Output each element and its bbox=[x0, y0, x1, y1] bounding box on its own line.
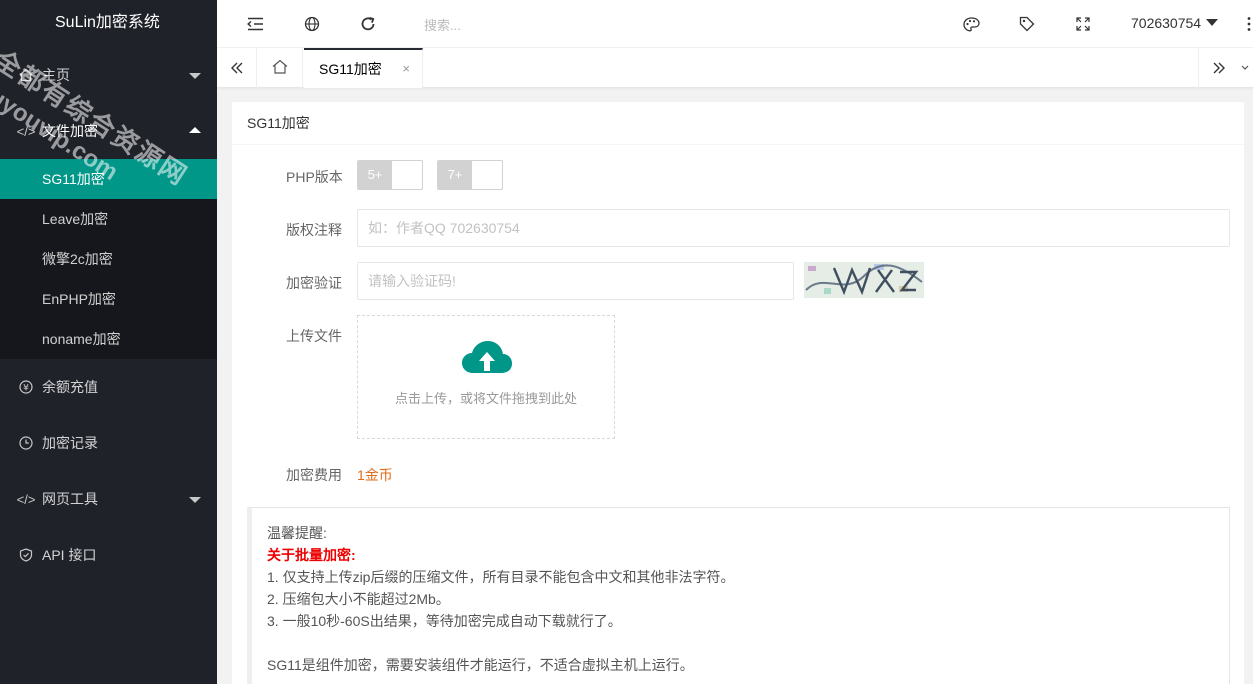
shield-icon bbox=[18, 548, 34, 562]
user-menu[interactable]: 702630754 bbox=[1131, 15, 1219, 31]
switch-label: 5+ bbox=[358, 161, 392, 189]
refresh-icon[interactable] bbox=[358, 14, 378, 34]
notice-box: 温馨提醒: 关于批量加密: 1. 仅支持上传zip后缀的压缩文件，所有目录不能包… bbox=[247, 507, 1230, 684]
sidebar-subitem-noname[interactable]: noname加密 bbox=[0, 319, 217, 359]
sidebar-item-label: 主页 bbox=[42, 67, 70, 83]
theme-palette-icon[interactable] bbox=[961, 14, 981, 34]
chevron-down-icon bbox=[1206, 19, 1219, 26]
fullscreen-icon[interactable] bbox=[1073, 14, 1093, 34]
sidebar-item-home[interactable]: 主页 bbox=[0, 47, 217, 103]
captcha-input[interactable]: 请输入验证码! bbox=[357, 262, 794, 300]
top-header: 搜索... 702630754 bbox=[217, 0, 1253, 48]
sidebar-item-label: 网页工具 bbox=[42, 491, 98, 507]
copyright-label: 版权注释 bbox=[286, 222, 342, 238]
sidebar-item-web-tools[interactable]: </> 网页工具 bbox=[0, 471, 217, 527]
notice-line: 1. 仅支持上传zip后缀的压缩文件，所有目录不能包含中文和其他非法字符。 bbox=[267, 569, 735, 585]
notice-line: 2. 压缩包大小不能超过2Mb。 bbox=[267, 591, 450, 607]
php-version-label: PHP版本 bbox=[286, 169, 343, 185]
chevron-up-icon bbox=[189, 127, 201, 133]
php7-switch[interactable]: 7+ bbox=[437, 160, 503, 190]
sidebar-subitem-weiqing[interactable]: 微擎2c加密 bbox=[0, 239, 217, 279]
sidebar-item-label: API 接口 bbox=[42, 547, 97, 563]
close-icon[interactable]: × bbox=[402, 50, 410, 88]
tabs-bar: SG11加密 × bbox=[217, 48, 1253, 88]
sidebar-item-label: 加密记录 bbox=[42, 435, 98, 451]
sidebar-subitem-leave[interactable]: Leave加密 bbox=[0, 199, 217, 239]
upload-hint: 点击上传，或将文件拖拽到此处 bbox=[394, 391, 577, 406]
tabs-next-icon[interactable] bbox=[1198, 48, 1238, 88]
notice-line: 3. 一般10秒-60S出结果，等待加密完成自动下载就行了。 bbox=[267, 613, 622, 629]
captcha-image[interactable] bbox=[804, 262, 924, 298]
notice-heading: 温馨提醒: bbox=[267, 525, 327, 541]
more-vertical-icon[interactable] bbox=[1239, 14, 1253, 34]
tabs-prev-icon[interactable] bbox=[217, 48, 257, 88]
captcha-label: 加密验证 bbox=[286, 275, 342, 291]
sidebar-subitem-sg11[interactable]: SG11加密 bbox=[0, 159, 217, 199]
menu-toggle-icon[interactable] bbox=[245, 14, 265, 34]
fee-value: 1金币 bbox=[357, 467, 393, 483]
sidebar-item-api[interactable]: API 接口 bbox=[0, 527, 217, 583]
chevron-down-icon bbox=[189, 497, 201, 503]
upload-dropzone[interactable]: 点击上传，或将文件拖拽到此处 bbox=[357, 315, 615, 439]
tab-home[interactable] bbox=[257, 48, 303, 88]
app-logo-title: SuLin加密系统 bbox=[0, 0, 217, 47]
sidebar-item-file-encrypt[interactable]: </> 文件加密 bbox=[0, 103, 217, 159]
cloud-upload-icon bbox=[461, 340, 513, 379]
chevron-down-icon bbox=[189, 73, 201, 79]
encrypt-card: SG11加密 PHP版本 5+ 7+ 版权注释 如：作者QQ 702630754… bbox=[232, 102, 1244, 684]
upload-label: 上传文件 bbox=[286, 328, 342, 344]
card-title: SG11加密 bbox=[232, 102, 1244, 145]
sidebar-item-label: 文件加密 bbox=[42, 123, 98, 139]
svg-text:¥: ¥ bbox=[23, 383, 29, 393]
tabs-menu-chevron-icon[interactable] bbox=[1241, 60, 1249, 74]
notice-batch-title: 关于批量加密: bbox=[267, 547, 356, 563]
tab-label: SG11加密 bbox=[319, 61, 382, 77]
sidebar-subitem-enphp[interactable]: EnPHP加密 bbox=[0, 279, 217, 319]
php5-switch[interactable]: 5+ bbox=[357, 160, 423, 190]
code-icon: </> bbox=[16, 123, 36, 139]
yen-icon: ¥ bbox=[18, 380, 34, 394]
sidebar: SuLin加密系统 主页 </> 文件加密 SG11加密 Leave加密 微擎2… bbox=[0, 0, 217, 684]
notice-spacer bbox=[267, 632, 1214, 654]
sidebar-item-recharge[interactable]: ¥ 余额充值 bbox=[0, 359, 217, 415]
sidebar-item-records[interactable]: 加密记录 bbox=[0, 415, 217, 471]
switch-label: 7+ bbox=[438, 161, 472, 189]
clock-icon bbox=[18, 436, 34, 450]
sidebar-submenu: SG11加密 Leave加密 微擎2c加密 EnPHP加密 noname加密 bbox=[0, 159, 217, 359]
copyright-input[interactable]: 如：作者QQ 702630754 bbox=[357, 209, 1230, 247]
username-label: 702630754 bbox=[1131, 15, 1202, 31]
fee-label: 加密费用 bbox=[286, 467, 342, 483]
code-icon: </> bbox=[16, 491, 36, 507]
globe-icon[interactable] bbox=[302, 14, 322, 34]
tab-sg11[interactable]: SG11加密 × bbox=[304, 48, 423, 88]
home-icon bbox=[272, 59, 288, 77]
home-icon bbox=[18, 68, 34, 82]
search-input[interactable]: 搜索... bbox=[424, 15, 461, 34]
tag-icon[interactable] bbox=[1017, 14, 1037, 34]
notice-footer: SG11是组件加密，需要安装组件才能运行，不适合虚拟主机上运行。 bbox=[267, 657, 694, 673]
sidebar-item-label: 余额充值 bbox=[42, 379, 98, 395]
